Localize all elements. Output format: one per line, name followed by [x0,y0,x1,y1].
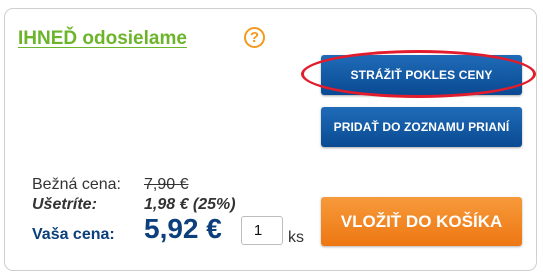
shipping-info-link[interactable]: IHNEĎ odosielame [18,28,187,50]
add-to-wishlist-button[interactable]: PRIDAŤ DO ZOZNAMU PRIANÍ [321,107,522,147]
your-price-label: Vaša cena: [32,226,115,243]
watch-price-drop-button[interactable]: STRÁŽIŤ POKLES CENY [321,55,522,95]
quantity-input[interactable]: 1 [241,216,283,245]
add-to-cart-button[interactable]: VLOŽIŤ DO KOŠÍKA [321,197,522,246]
savings-value: 1,98 € (25%) [144,196,236,213]
help-icon-glyph: ? [249,29,260,46]
quantity-unit-label: ks [288,229,304,246]
savings-label: Ušetríte: [32,196,97,213]
regular-price-value: 7,90 € [144,176,189,193]
help-icon[interactable]: ? [244,27,265,48]
your-price-value: 5,92 € [144,213,222,244]
regular-price-label: Bežná cena: [32,176,121,193]
